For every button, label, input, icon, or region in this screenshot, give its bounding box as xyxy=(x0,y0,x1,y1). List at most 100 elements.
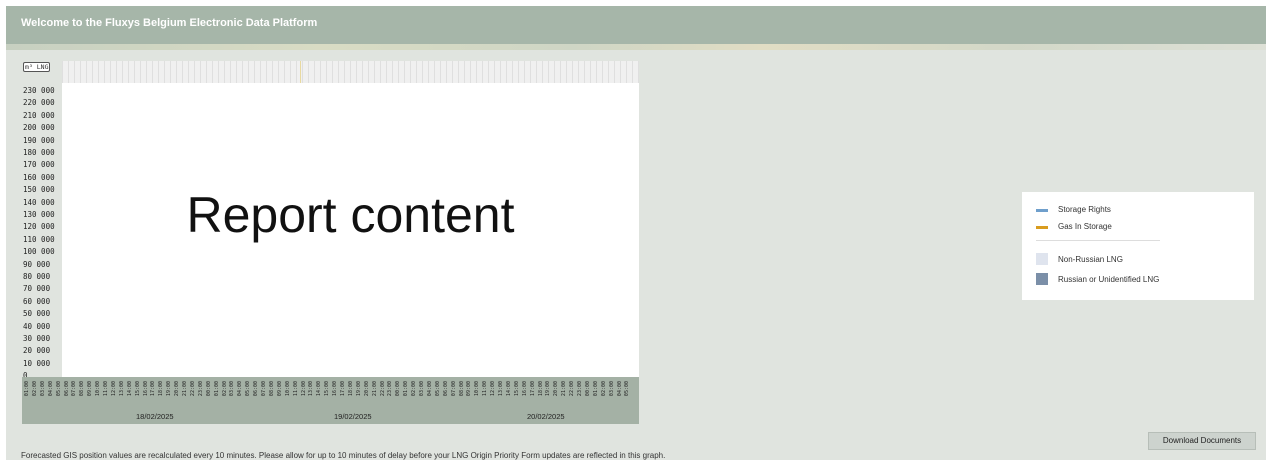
x-tick-label: 09:00 xyxy=(87,381,94,397)
y-tick-label: 170 000 xyxy=(23,160,55,170)
legend-divider xyxy=(1036,240,1160,241)
x-tick-label: 14:00 xyxy=(126,381,133,397)
x-tick-label: 06:00 xyxy=(442,381,449,397)
x-tick-label: 04:00 xyxy=(616,381,623,397)
x-tick-label: 23:00 xyxy=(577,381,583,397)
y-tick-label: 220 000 xyxy=(23,98,55,108)
x-tick-label: 19:00 xyxy=(355,381,362,397)
chart-area: 230 000 220 000 210 000 200 000 190 000 180 0… xyxy=(22,61,639,424)
x-tick-label: 20:00 xyxy=(553,381,560,397)
x-tick-label: 15:00 xyxy=(324,381,331,397)
y-axis: 230 000 220 000 210 000 200 000 190 000 180 0… xyxy=(22,61,62,380)
legend-label-gas-in-storage: Gas In Storage xyxy=(1058,222,1112,231)
x-tick-label: 13:00 xyxy=(118,381,125,397)
x-tick-label: 00:00 xyxy=(205,381,212,397)
y-tick-label: 50 000 xyxy=(23,309,51,319)
y-tick-label: 130 000 xyxy=(23,210,55,219)
non-russian-lng-swatch xyxy=(1036,253,1048,265)
y-tick-label: 60 000 xyxy=(23,296,51,306)
y-tick-label: 10 000 xyxy=(23,358,51,368)
report-content: Report content xyxy=(62,83,639,371)
y-tick-label: 180 000 xyxy=(23,148,55,157)
y-tick-label: 110 000 xyxy=(23,234,55,244)
storage-rights-swatch xyxy=(1036,209,1048,212)
header-decoration xyxy=(6,44,1266,50)
y-tick-label: 40 000 xyxy=(23,321,51,331)
x-tick-label: 08:00 xyxy=(458,381,465,397)
x-tick-label: 17:00 xyxy=(150,381,157,397)
x-tick-label: 23:00 xyxy=(387,381,394,397)
x-tick-label: 01:00 xyxy=(592,381,599,397)
russian-lng-swatch xyxy=(1036,273,1048,285)
x-tick-label: 01:00 xyxy=(24,381,30,397)
x-tick-label: 19:00 xyxy=(545,381,552,397)
gas-in-storage-swatch xyxy=(1036,226,1048,229)
x-tick-label: 19:00 xyxy=(166,381,173,397)
y-tick-label: 160 000 xyxy=(23,172,55,182)
chart-gridline xyxy=(300,61,301,83)
x-tick-label: 23:00 xyxy=(197,381,204,397)
x-tick-label: 10:00 xyxy=(474,381,481,397)
page-title: Welcome to the Fluxys Belgium Electronic… xyxy=(21,17,318,29)
x-tick-label: 11:00 xyxy=(292,381,299,397)
y-tick-label: 150 000 xyxy=(23,185,55,195)
x-tick-label: 05:00 xyxy=(624,381,631,397)
legend-label-storage-rights: Storage Rights xyxy=(1058,205,1111,214)
x-tick-label: 22:00 xyxy=(189,381,196,397)
x-tick-label: 18:00 xyxy=(347,381,354,397)
x-tick-label: 10:00 xyxy=(95,381,102,397)
x-tick-label: 15:00 xyxy=(134,381,141,397)
x-tick-label: 02:00 xyxy=(221,381,228,397)
x-tick-label: 03:00 xyxy=(608,381,615,397)
x-tick-label: 00:00 xyxy=(395,381,402,397)
x-tick-label: 22:00 xyxy=(569,381,576,397)
chart-legend: Storage Rights Gas In Storage Non-Russia… xyxy=(1022,192,1254,300)
y-tick-label: 190 000 xyxy=(23,135,55,145)
date-label: 20/02/2025 xyxy=(527,412,565,421)
x-tick-label: 04:00 xyxy=(237,381,244,397)
x-tick-label: 21:00 xyxy=(182,381,188,397)
x-tick-label: 08:00 xyxy=(79,381,86,397)
x-tick-label: 04:00 xyxy=(47,381,54,397)
x-tick-label: 09:00 xyxy=(466,381,473,397)
y-tick-label: 140 000 xyxy=(23,197,55,207)
y-tick-label: 80 000 xyxy=(23,272,51,281)
x-tick-label: 02:00 xyxy=(411,381,418,397)
x-tick-label: 11:00 xyxy=(103,381,109,397)
legend-label-non-russian-lng: Non-Russian LNG xyxy=(1058,255,1123,264)
download-documents-button[interactable]: Download Documents xyxy=(1148,432,1256,450)
x-tick-label: 17:00 xyxy=(340,381,346,397)
x-tick-label: 13:00 xyxy=(498,381,504,397)
footnote: Forecasted GIS position values are recal… xyxy=(21,451,666,460)
x-tick-label: 06:00 xyxy=(253,381,260,397)
x-tick-label: 14:00 xyxy=(505,381,512,397)
x-tick-label: 02:00 xyxy=(600,381,607,397)
y-tick-label: 90 000 xyxy=(23,259,51,269)
x-tick-label: 21:00 xyxy=(371,381,378,397)
x-tick-label: 01:00 xyxy=(213,381,220,397)
x-tick-label: 02:00 xyxy=(31,381,38,397)
x-tick-label: 13:00 xyxy=(308,381,315,397)
x-tick-label: 03:00 xyxy=(419,381,425,397)
x-tick-label: 01:00 xyxy=(403,381,410,397)
x-tick-label: 12:00 xyxy=(110,381,117,397)
x-tick-label: 16:00 xyxy=(332,381,339,397)
x-tick-label: 08:00 xyxy=(268,381,275,397)
y-tick-label: 200 000 xyxy=(23,123,55,133)
y-tick-label: 70 000 xyxy=(23,284,51,294)
x-tick-label: 07:00 xyxy=(450,381,457,397)
y-tick-label: 100 000 xyxy=(23,247,55,257)
y-tick-label: 20 000 xyxy=(23,346,51,356)
date-label: 18/02/2025 xyxy=(136,412,174,421)
x-tick-label: 06:00 xyxy=(63,381,70,397)
x-tick-label: 20:00 xyxy=(363,381,370,397)
x-tick-label: 05:00 xyxy=(55,381,62,397)
y-tick-label: 30 000 xyxy=(23,334,51,343)
x-axis: 01:00 02:00 03:00 04:00 05:00 06:00 07:00 08:00… xyxy=(22,377,639,424)
x-tick-label: 12:00 xyxy=(300,381,307,397)
y-tick-label: 120 000 xyxy=(23,222,55,232)
x-tick-label: 14:00 xyxy=(316,381,323,397)
header-bar: Welcome to the Fluxys Belgium Electronic… xyxy=(6,6,1266,44)
y-tick-label: 230 000 xyxy=(23,86,55,95)
x-tick-label: 03:00 xyxy=(229,381,236,397)
